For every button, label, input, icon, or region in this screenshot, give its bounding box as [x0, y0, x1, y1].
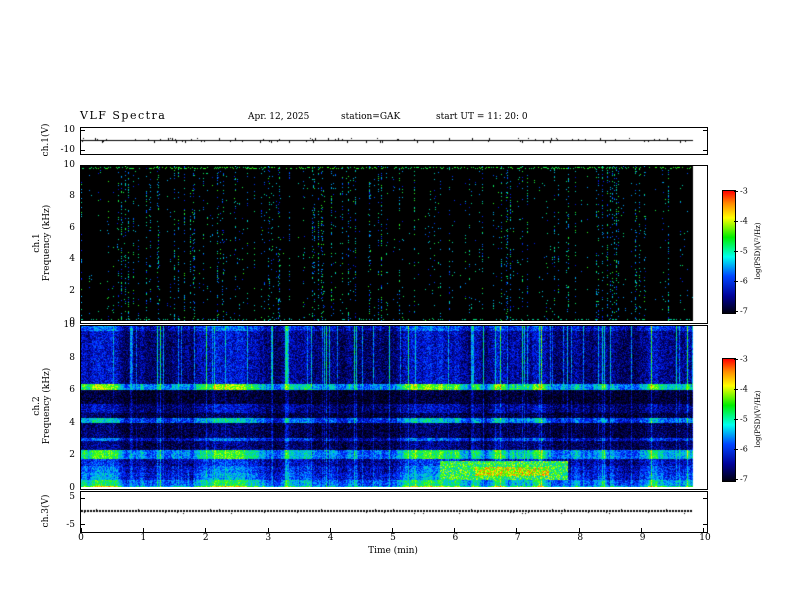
colorbar-tick-label: -3 [740, 186, 748, 196]
y-tick-label: -10 [60, 145, 76, 156]
ch1spec-axis-label-line1: ch.1 [32, 233, 42, 253]
ch2spec-axis-label-line1: ch.2 [32, 396, 42, 416]
x-tick-mark [392, 528, 393, 532]
y-tick-label: 4 [69, 417, 75, 428]
colorbar-tick-label: -7 [740, 306, 748, 316]
colorbar-ch1-label: log(PSD)(V²/Hz) [754, 222, 762, 280]
x-tick-mark [329, 528, 331, 532]
ch1-voltage-trace [81, 128, 705, 152]
ch2spec-axis-label: ch.2 Frequency (kHz) [32, 368, 52, 445]
x-tick-label: 1 [140, 533, 147, 543]
x-tick-label: 9 [639, 533, 646, 543]
x-tick-label: 8 [577, 533, 584, 543]
ch2spec-y-tick-labels: 10 8 6 4 2 0 [52, 320, 76, 493]
x-tick-label: 3 [265, 533, 272, 543]
y-tick-mark [703, 523, 707, 525]
x-tick-mark [703, 528, 704, 532]
vlf-spectra-figure: VLF Spectra Apr. 12, 2025 station=GAK st… [0, 0, 792, 612]
colorbar-tick-mark [734, 449, 738, 450]
ch1spec-y-tick-labels: 10 8 6 4 2 0 [52, 160, 76, 327]
colorbar-tick-label: -5 [740, 246, 748, 256]
ch2-spectrogram-panel [80, 325, 708, 490]
y-tick-mark [81, 149, 85, 151]
colorbar-tick-mark [734, 389, 738, 390]
x-tick-mark [578, 528, 580, 532]
x-tick-label: 10 [699, 533, 711, 543]
ch3v-axis-label-text: ch.3(V) [41, 494, 51, 528]
x-tick-mark [516, 528, 518, 532]
x-tick-mark [640, 528, 642, 532]
x-tick-mark [143, 528, 145, 532]
figure-title: VLF Spectra [80, 109, 167, 122]
x-tick-mark [267, 528, 269, 532]
colorbar-tick-mark [734, 281, 738, 282]
y-tick-label: 6 [69, 222, 75, 233]
y-tick-label: 10 [63, 320, 75, 330]
colorbar-ch2-label: log(PSD)(V²/Hz) [754, 390, 762, 448]
ch1v-axis-label-text: ch.1(V) [41, 123, 51, 157]
ch3v-y-tick-labels: 5 -5 [52, 491, 76, 531]
x-tick-mark [205, 528, 207, 532]
x-tick-label: 0 [78, 533, 84, 543]
y-tick-label: 8 [69, 191, 75, 202]
colorbar-tick-label: -7 [740, 474, 748, 484]
ch1spec-axis-label: ch.1 Frequency (kHz) [32, 205, 52, 282]
ch1spec-axis-label-line2: Frequency (kHz) [42, 204, 52, 282]
y-tick-label: 10 [63, 124, 75, 135]
ch3v-axis-label: ch.3(V) [41, 495, 51, 528]
colorbar-tick-mark [734, 191, 738, 192]
y-tick-mark [703, 149, 707, 151]
x-tick-labels: 0 1 2 3 4 5 6 7 8 9 10 [78, 533, 711, 545]
x-tick-label: 6 [452, 533, 459, 543]
y-tick-label: 2 [69, 450, 75, 461]
ch3-voltage-panel [80, 491, 708, 533]
y-tick-label: 4 [69, 254, 75, 265]
y-tick-mark [703, 498, 707, 500]
colorbar-tick-mark [734, 419, 738, 420]
x-tick-label: 5 [390, 533, 396, 543]
colorbar-tick-mark [734, 251, 738, 252]
x-tick-label: 7 [514, 533, 521, 543]
colorbar-tick-label: -4 [740, 384, 748, 394]
start-ut-label: start UT = 11: 20: 0 [436, 112, 528, 122]
station-label: station=GAK [341, 112, 401, 122]
colorbar-tick-label: -5 [740, 414, 748, 424]
colorbar-tick-mark [734, 221, 738, 222]
x-axis-label: Time (min) [368, 546, 418, 556]
x-tick-mark [454, 528, 456, 532]
date-label: Apr. 12, 2025 [248, 112, 310, 122]
y-tick-mark [81, 130, 85, 132]
colorbar-tick-label: -6 [740, 444, 748, 454]
ch1v-y-tick-labels: 10 -10 [52, 124, 76, 156]
ch1-voltage-panel [80, 127, 708, 155]
ch3-voltage-trace [81, 492, 705, 530]
x-tick-label: 2 [202, 533, 209, 543]
colorbar-tick-label: -4 [740, 216, 748, 226]
ch1v-axis-label: ch.1(V) [41, 124, 51, 157]
y-tick-mark [703, 130, 707, 132]
colorbar-tick-mark [734, 479, 738, 480]
y-tick-mark [81, 523, 85, 525]
y-tick-label: 5 [69, 492, 75, 503]
colorbar-tick-mark [734, 359, 738, 360]
y-tick-label: 8 [69, 352, 75, 363]
y-tick-mark [81, 498, 85, 500]
colorbar-tick-mark [734, 311, 738, 312]
ch1-spectrogram-panel [80, 165, 708, 324]
x-tick-label: 4 [327, 533, 334, 543]
y-tick-label: -5 [66, 519, 75, 530]
ch2spec-axis-label-line2: Frequency (kHz) [42, 367, 52, 445]
colorbar-tick-label: -6 [740, 276, 748, 286]
ch1-spectrogram [81, 166, 705, 321]
x-tick-mark [81, 528, 82, 532]
colorbar-tick-label: -3 [740, 354, 748, 364]
y-tick-label: 10 [63, 160, 75, 170]
y-tick-label: 6 [69, 385, 75, 396]
y-tick-label: 2 [69, 285, 75, 296]
ch2-spectrogram [81, 326, 705, 487]
